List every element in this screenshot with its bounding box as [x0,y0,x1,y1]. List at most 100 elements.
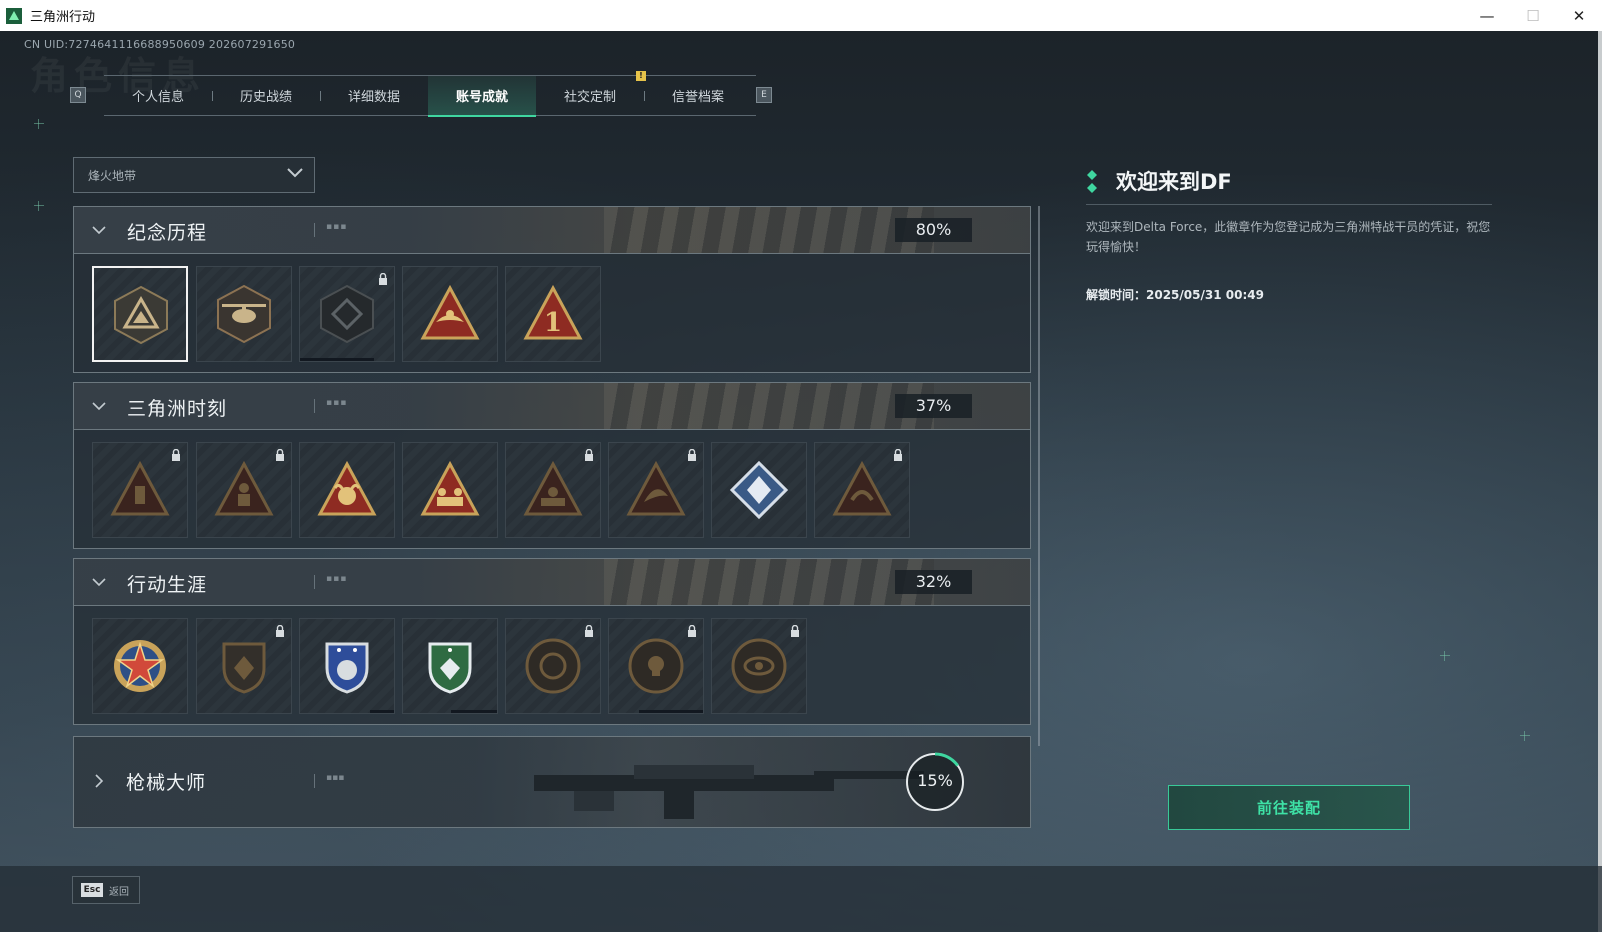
tab-personal-info[interactable]: 个人信息 [104,76,212,115]
badge-bull-triangle[interactable] [299,442,395,538]
badge-dolphin-triangle[interactable] [608,442,704,538]
tab-reputation[interactable]: 信誉档案 [644,76,752,115]
badge-eagle-triangle[interactable] [402,266,498,362]
hud-crosshair-mark [1440,651,1450,661]
dark-shield-icon [222,642,266,694]
chevron-right-icon [95,774,104,788]
badge-shield-crest[interactable] [299,266,395,362]
badge-progress-bar [639,710,703,713]
section-header[interactable]: 行动生涯 ▪▪▪ 32% [74,559,1030,606]
tab-social-customize[interactable]: 社交定制 [536,76,644,115]
esc-key-icon: Esc [81,883,103,897]
badge-squad-triangle[interactable] [402,442,498,538]
star-medal-icon [114,640,166,692]
hud-crosshair-mark [1520,731,1530,741]
usb-triangle-icon [110,460,170,516]
badge-dragon-triangle[interactable] [814,442,910,538]
lock-icon [894,449,902,461]
badge-progress-bar [451,710,497,713]
section-memorial: 纪念历程 ▪▪▪ 80% 1 [73,206,1031,373]
lock-icon [585,449,593,461]
section-header-art [604,383,934,429]
lock-icon [276,449,284,461]
tab-prev-key-hint[interactable]: Q [70,87,86,103]
header-dots: ▪▪▪ [326,773,345,783]
team-triangle-icon [523,460,583,516]
header-divider [314,774,315,788]
section-percent: 37% [895,394,972,418]
close-button[interactable]: ✕ [1556,0,1602,31]
back-button[interactable]: Esc 返回 [72,876,140,904]
badge-progress-bar [300,358,374,361]
lock-icon [585,625,593,637]
badge-grid [74,606,1030,724]
badge-star-medal[interactable] [92,618,188,714]
badge-progress-bar [370,710,394,713]
badge-blue-shield[interactable] [299,618,395,714]
rifle-artwork [534,765,924,819]
tab-achievements[interactable]: 账号成就 [428,76,536,117]
hud-crosshair-mark [34,201,44,211]
section-title: 纪念历程 [127,222,208,244]
triangle-emblem-icon [114,285,168,345]
header-divider [314,399,315,413]
eye-seal-icon [731,638,787,694]
section-percent: 15% [917,771,953,790]
maximize-button[interactable]: ☐ [1510,0,1556,31]
tab-notification-badge: ! [636,71,646,81]
round-seal-icon [525,638,581,694]
badge-round-seal[interactable] [505,618,601,714]
badge-diamond-gem[interactable] [711,442,807,538]
dragon-triangle-icon [832,460,892,516]
green-shield-icon [428,642,472,694]
go-equip-button[interactable]: 前往装配 [1168,785,1410,830]
badge-eye-seal[interactable] [711,618,807,714]
chevron-down-icon [92,578,106,587]
badge-triangle-emblem[interactable] [92,266,188,362]
tab-next-key-hint[interactable]: E [756,87,772,103]
chevron-down-icon [92,402,106,411]
lock-icon [791,625,799,637]
mode-select[interactable]: 烽火地带 [73,157,315,193]
dolphin-triangle-icon [626,460,686,516]
back-label: 返回 [109,886,129,898]
badge-dark-shield[interactable] [196,618,292,714]
list-scrollbar[interactable] [1038,206,1040,746]
section-operation-career: 行动生涯 ▪▪▪ 32% [73,558,1031,725]
section-weapon-master[interactable]: 枪械大师 ▪▪▪ 15% [73,736,1031,828]
badge-soldier-triangle[interactable] [196,442,292,538]
footer-bar [0,866,1602,932]
section-header[interactable]: 纪念历程 ▪▪▪ 80% [74,207,1030,254]
lock-icon [688,625,696,637]
uid-label: CN UID:7274641116688950609 202607291650 [24,38,296,51]
badge-number-one[interactable]: 1 [505,266,601,362]
tab-detailed-data[interactable]: 详细数据 [320,76,428,115]
section-header-art [604,207,934,253]
section-title: 行动生涯 [127,574,208,596]
badge-usb-triangle[interactable] [92,442,188,538]
lock-icon [172,449,180,461]
section-title: 枪械大师 [126,772,207,794]
badge-green-shield[interactable] [402,618,498,714]
section-header-art [604,559,934,605]
soldier-triangle-icon [214,460,274,516]
tab-history[interactable]: 历史战绩 [212,76,320,115]
badge-helicopter[interactable] [196,266,292,362]
detail-divider [1086,204,1492,205]
header-divider [314,223,315,237]
detail-title: 欢迎来到DF [1116,170,1232,194]
svg-text:1: 1 [544,308,562,338]
badge-skull-seal[interactable] [608,618,704,714]
badge-grid [74,430,1030,548]
header-dots: ▪▪▪ [326,574,348,584]
app-logo-icon [6,7,22,24]
bull-triangle-icon [317,460,377,516]
hud-crosshair-mark [34,119,44,129]
badge-team-triangle[interactable] [505,442,601,538]
header-divider [314,575,315,589]
minimize-button[interactable]: — [1464,0,1510,31]
blue-shield-icon [325,642,369,694]
section-percent: 80% [895,218,972,242]
section-header[interactable]: 三角洲时刻 ▪▪▪ 37% [74,383,1030,430]
skull-seal-icon [628,638,684,694]
